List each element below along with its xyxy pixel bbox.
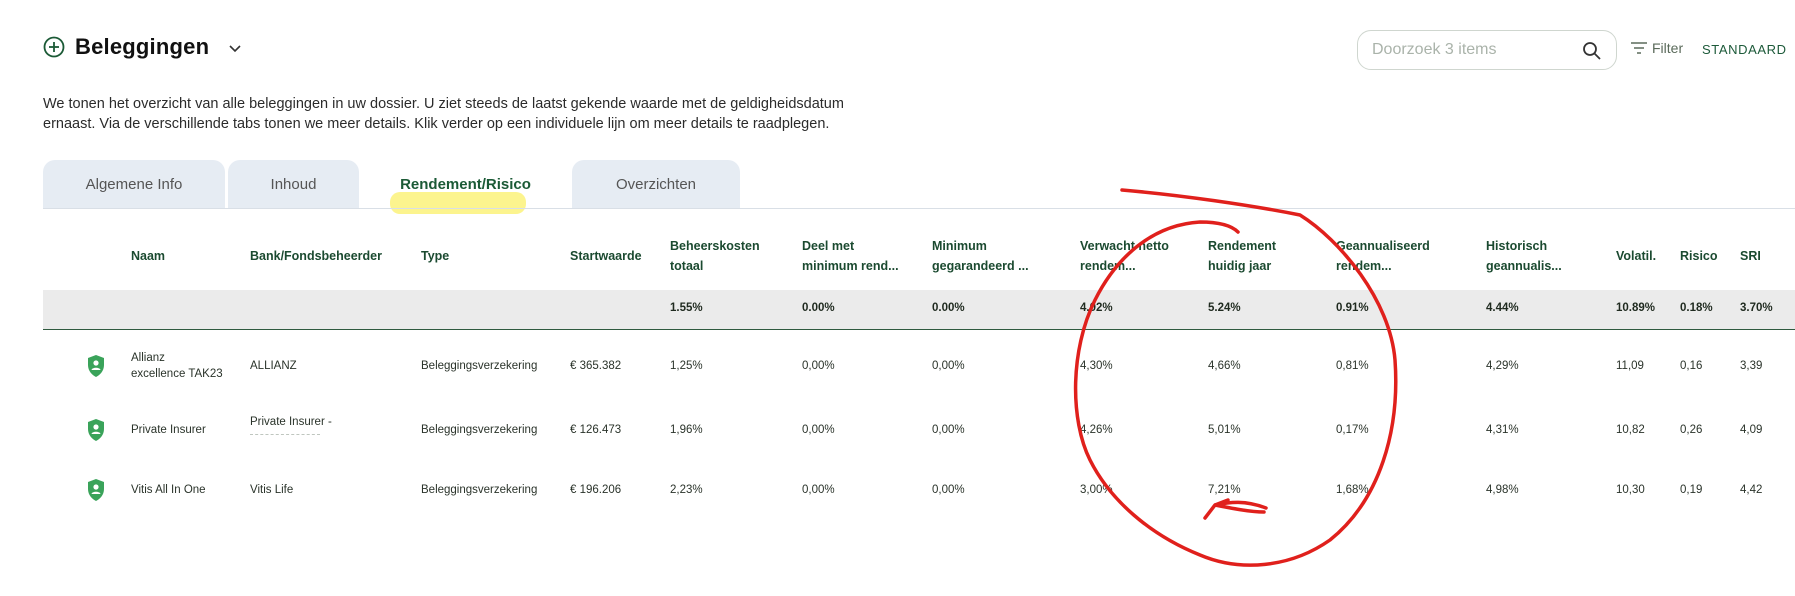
tab-inhoud[interactable]: Inhoud [228,160,359,208]
cell-sri: 4,42 [1740,484,1763,496]
intro-line-1: We tonen het overzicht van alle beleggin… [43,96,844,112]
cell-geann: 0,81% [1336,360,1369,372]
summary-deel: 0.00% [802,302,835,314]
col-risico[interactable]: Risico [1680,246,1718,266]
search-input[interactable] [1372,41,1572,59]
cell-risico: 0,19 [1680,484,1703,496]
summary-sri: 3.70% [1740,302,1773,314]
cell-vol: 10,82 [1616,424,1645,436]
col-historisch[interactable]: Historisch geannualis... [1486,236,1562,276]
shield-icon [88,479,104,501]
col-minimum-gegarandeerd[interactable]: Minimum gegarandeerd ... [932,236,1029,276]
cell-deel: 0,00% [802,424,835,436]
search-box [1357,30,1617,70]
cell-hist: 4,29% [1486,360,1519,372]
cell-sri: 4,09 [1740,424,1763,436]
summary-risico: 0.18% [1680,302,1713,314]
col-verwacht-netto[interactable]: Verwacht netto rendem... [1080,236,1169,276]
cell-beheer: 1,25% [670,360,703,372]
summary-rendement: 5.24% [1208,302,1241,314]
shield-icon [88,419,104,441]
cell-risico: 0,26 [1680,424,1703,436]
tab-overzichten[interactable]: Overzichten [572,160,740,208]
tab-divider [43,208,1795,209]
cell-deel: 0,00% [802,484,835,496]
cell-bank: Vitis Life [250,484,294,496]
cell-hist: 4,31% [1486,424,1519,436]
col-beheerskosten[interactable]: Beheerskosten totaal [670,236,760,276]
cell-verwacht: 4,26% [1080,424,1113,436]
col-bank[interactable]: Bank/Fondsbeheerder [250,246,382,266]
cell-bank: ALLIANZ [250,360,297,372]
summary-minimum: 0.00% [932,302,965,314]
cell-naam: Vitis All In One [131,484,206,496]
cell-vol: 11,09 [1616,360,1644,372]
cell-rendement: 7,21% [1208,484,1241,496]
cell-rendement: 4,66% [1208,360,1241,372]
cell-geann: 1,68% [1336,484,1369,496]
cell-minimum: 0,00% [932,360,965,372]
summary-row [43,290,1795,330]
cell-bank: Private Insurer - [250,416,332,428]
cell-vol: 10,30 [1616,484,1645,496]
col-naam[interactable]: Naam [131,246,165,266]
intro-line-2: ernaast. Via de verschillende tabs tonen… [43,116,830,132]
col-type[interactable]: Type [421,246,449,266]
cell-deel: 0,00% [802,360,835,372]
cell-type: Beleggingsverzekering [421,484,538,496]
cell-sri: 3,39 [1740,360,1763,372]
page-header: Beleggingen [43,34,243,60]
yellow-highlight-annotation [390,192,526,214]
cell-startwaarde: € 365.382 [570,360,622,372]
cell-beheer: 2,23% [670,484,703,496]
cell-startwaarde: € 196.206 [570,484,622,496]
standaard-button[interactable]: STANDAARD [1702,42,1787,57]
tab-algemene-info[interactable]: Algemene Info [43,160,225,208]
chevron-down-icon[interactable] [227,41,243,57]
cell-rendement: 5,01% [1208,424,1241,436]
filter-label: Filter [1652,40,1684,56]
cell-verwacht: 3,00% [1080,484,1113,496]
filter-button[interactable]: Filter [1630,40,1683,56]
cell-type: Beleggingsverzekering [421,424,538,436]
summary-beheer: 1.55% [670,302,703,314]
col-startwaarde[interactable]: Startwaarde [570,246,642,266]
search-icon[interactable] [1582,41,1602,61]
col-volatil[interactable]: Volatil. [1616,246,1656,266]
cell-minimum: 0,00% [932,484,965,496]
cell-naam: Private Insurer [131,424,206,436]
plus-circle-icon[interactable] [43,36,65,58]
intro-text: We tonen het overzicht van alle beleggin… [43,94,943,134]
cell-minimum: 0,00% [932,424,965,436]
cell-startwaarde: € 126.473 [570,424,622,436]
cell-hist: 4,98% [1486,484,1519,496]
col-rendement-huidig-jaar[interactable]: Rendement huidig jaar [1208,236,1276,276]
col-geannualiseerd[interactable]: Geannualiseerd rendem... [1336,236,1430,276]
page-title: Beleggingen [75,34,210,59]
cell-risico: 0,16 [1680,360,1703,372]
redacted-line [250,434,320,435]
summary-vol: 10.89% [1616,302,1656,314]
summary-hist: 4.44% [1486,302,1519,314]
col-sri[interactable]: SRI [1740,246,1761,266]
summary-verwacht: 4.02% [1080,302,1113,314]
filter-icon [1631,42,1647,54]
cell-naam: Allianz excellence TAK23 [131,352,223,380]
cell-type: Beleggingsverzekering [421,360,538,372]
shield-icon [88,355,104,377]
cell-geann: 0,17% [1336,424,1369,436]
cell-beheer: 1,96% [670,424,703,436]
cell-verwacht: 4,30% [1080,360,1113,372]
col-deel-met-minimum[interactable]: Deel met minimum rend... [802,236,899,276]
summary-geann: 0.91% [1336,302,1369,314]
